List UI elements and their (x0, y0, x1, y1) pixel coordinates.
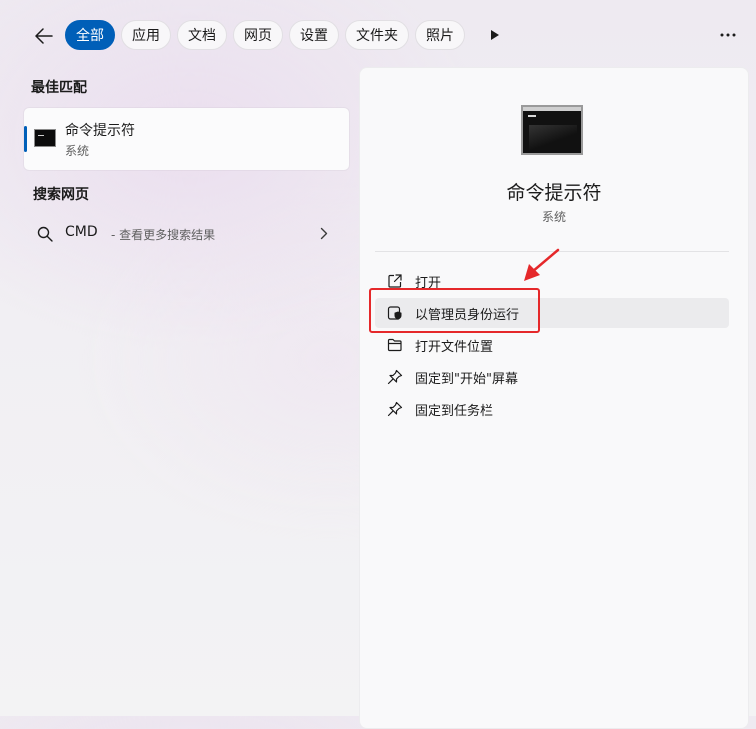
folder-icon (387, 338, 402, 352)
chip-web[interactable]: 网页 (233, 20, 283, 50)
detail-panel: 命令提示符 系统 打开 以管理员身份运行 打开文件位置 固定到"开始"屏幕 固定… (359, 67, 749, 729)
command-prompt-icon (521, 105, 583, 155)
web-search-result[interactable]: CMD - 查看更多搜索结果 (24, 218, 349, 250)
open-external-icon (388, 274, 402, 288)
action-pin-to-taskbar[interactable]: 固定到任务栏 (375, 394, 729, 424)
chip-photos[interactable]: 照片 (415, 20, 465, 50)
web-search-heading: 搜索网页 (33, 187, 89, 203)
chip-documents[interactable]: 文档 (177, 20, 227, 50)
action-label: 固定到"开始"屏幕 (415, 372, 518, 387)
filter-chips: 全部 应用 文档 网页 设置 文件夹 照片 (65, 20, 465, 50)
detail-title: 命令提示符 (506, 182, 602, 204)
pin-icon (387, 369, 403, 385)
chip-folders[interactable]: 文件夹 (345, 20, 409, 50)
divider (375, 251, 729, 252)
action-run-as-admin[interactable]: 以管理员身份运行 (375, 298, 729, 328)
chip-settings[interactable]: 设置 (289, 20, 339, 50)
detail-subtitle: 系统 (541, 210, 566, 224)
action-pin-to-start[interactable]: 固定到"开始"屏幕 (375, 362, 729, 392)
action-label: 以管理员身份运行 (415, 308, 520, 323)
pin-icon (387, 401, 403, 417)
chevron-right-icon[interactable] (320, 227, 328, 240)
action-label: 打开文件位置 (415, 340, 494, 355)
search-icon (37, 226, 53, 242)
web-search-query: CMD (65, 224, 98, 240)
web-search-hint: - 查看更多搜索结果 (111, 228, 216, 242)
best-match-result[interactable]: 命令提示符 系统 (24, 108, 349, 170)
result-name: 命令提示符 (65, 123, 135, 139)
chip-all[interactable]: 全部 (65, 20, 115, 50)
more-filters-button[interactable] (484, 24, 506, 46)
action-open-file-location[interactable]: 打开文件位置 (375, 330, 729, 360)
play-icon (491, 30, 499, 40)
action-open[interactable]: 打开 (375, 266, 729, 296)
result-type: 系统 (65, 144, 90, 158)
shield-admin-icon (387, 306, 402, 320)
best-match-heading: 最佳匹配 (31, 80, 87, 96)
chip-apps[interactable]: 应用 (121, 20, 171, 50)
back-button[interactable] (30, 22, 58, 50)
selection-indicator (24, 126, 27, 152)
filter-bar: 全部 应用 文档 网页 设置 文件夹 照片 (0, 0, 756, 70)
command-prompt-icon (34, 129, 56, 147)
back-arrow-icon (35, 28, 53, 44)
more-ellipsis-icon (720, 33, 736, 37)
action-label: 固定到任务栏 (415, 404, 494, 419)
more-options-button[interactable] (714, 24, 742, 46)
action-label: 打开 (415, 276, 442, 291)
